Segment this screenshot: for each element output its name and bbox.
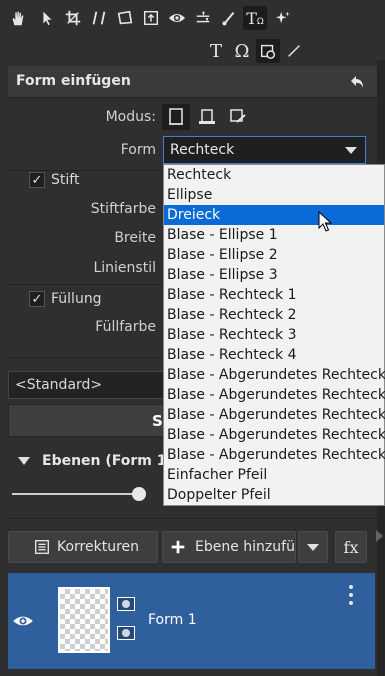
form-label: Form [120,142,156,158]
omega-icon[interactable]: Ω [230,39,254,63]
apply-button[interactable]: S [8,404,178,437]
mouse-cursor-icon [318,211,332,232]
dropdown-item[interactable]: Einfacher Pfeil [164,465,384,485]
width-label: Breite [114,230,156,246]
fill-color-label: Füllfarbe [95,319,156,335]
chevron-down-icon [345,147,357,154]
upload-icon[interactable] [139,6,163,30]
fill-checkbox[interactable]: ✓ [29,291,45,307]
text-omega-icon[interactable]: TΩ [243,6,267,30]
dropdown-item[interactable]: Doppelter Pfeil [164,485,384,505]
apply-button-label: S [152,412,163,430]
sparkle-icon[interactable] [271,6,295,30]
dropdown-item[interactable]: Blase - Ellipse 2 [164,245,384,265]
opacity-slider-track[interactable] [12,493,140,495]
add-layer-button[interactable]: Ebene hinzufü [162,531,296,563]
crop-icon[interactable] [61,6,85,30]
main-toolbar: TΩ [0,4,385,34]
dropdown-item[interactable]: Blase - Abgerundetes Rechteck 2 [164,385,385,405]
dropdown-item[interactable]: Blase - Rechteck 4 [164,345,384,365]
shape-insert-icon[interactable] [256,39,280,63]
sub-toolbar: T Ω [0,36,385,66]
layer-thumbnail [58,587,110,653]
divider [8,518,377,519]
pointer-icon[interactable] [35,6,59,30]
panel-title: Form einfügen [16,73,131,89]
corrections-label: Korrekturen [57,539,140,555]
dropdown-item-highlighted[interactable]: Dreieck [164,205,384,225]
fx-label: fx [343,537,359,557]
collapse-triangle-icon [18,457,30,465]
dropdown-item[interactable]: Blase - Ellipse 3 [164,265,384,285]
dropdown-item[interactable]: Blase - Abgerundetes Rechteck 3 [164,405,385,425]
fill-label: Füllung [51,291,102,307]
dropdown-item[interactable]: Blase - Abgerundetes Rechteck 5 [164,445,385,465]
layer-mask-icon [117,597,135,611]
dropdown-item[interactable]: Blase - Rechteck 1 [164,285,384,305]
layer-row[interactable]: Form 1 [8,573,375,669]
hand-icon[interactable] [6,6,30,30]
mode-button-2[interactable] [193,104,221,130]
dropdown-item[interactable]: Blase - Rechteck 3 [164,325,384,345]
opacity-slider-thumb[interactable] [132,487,146,501]
mode-edit-icon [230,109,246,123]
form-select[interactable]: Rechteck [163,136,366,164]
dropdown-item[interactable]: Rechteck [164,165,384,185]
stroke-label: Stift [51,172,80,188]
levels-icon[interactable] [191,6,215,30]
stroke-color-label: Stiftfarbe [90,201,156,217]
panel-header: Form einfügen [8,66,377,98]
dropdown-item[interactable]: Blase - Abgerundetes Rechteck 4 [164,425,385,445]
line-icon[interactable] [282,39,306,63]
visibility-eye-icon[interactable] [12,610,34,632]
mode-button-1[interactable] [162,104,190,130]
dropdown-item[interactable]: Ellipse [164,185,384,205]
mode-button-3[interactable] [224,104,252,130]
form-select-value: Rechteck [170,142,235,158]
text-icon[interactable]: T [204,39,228,63]
dropdown-item[interactable]: Blase - Abgerundetes Rechteck 1 [164,365,385,385]
add-layer-label: Ebene hinzufü [195,539,295,555]
plus-icon [171,540,185,554]
corrections-icon [35,540,49,554]
perspective-icon[interactable] [113,6,137,30]
collapse-arrow-icon[interactable] [376,530,383,542]
mode-page-icon [199,109,215,124]
straighten-icon[interactable] [87,6,111,30]
layer-mask-icon-2 [117,626,135,640]
dropdown-item[interactable]: Blase - Rechteck 2 [164,305,384,325]
mode-label: Modus: [105,109,156,125]
reset-icon[interactable] [347,72,367,92]
corrections-button[interactable]: Korrekturen [8,531,158,563]
line-style-label: Linienstil [93,260,156,276]
eye-icon[interactable] [165,6,189,30]
dropdown-item[interactable]: Blase - Ellipse 1 [164,225,384,245]
chevron-down-icon [307,543,319,551]
preset-select[interactable]: <Standard> [8,371,178,399]
preset-select-value: <Standard> [15,377,103,393]
layer-name: Form 1 [148,612,197,628]
mode-document-icon [169,108,183,125]
stroke-checkbox[interactable]: ✓ [29,172,45,188]
more-options-icon[interactable] [348,585,354,605]
form-dropdown-list: Rechteck Ellipse Dreieck Blase - Ellipse… [163,164,385,506]
add-layer-dropdown[interactable] [298,531,328,563]
layers-title: Ebenen (Form 1 [42,453,167,469]
fx-button[interactable]: fx [335,531,367,563]
brush-icon[interactable] [217,6,241,30]
